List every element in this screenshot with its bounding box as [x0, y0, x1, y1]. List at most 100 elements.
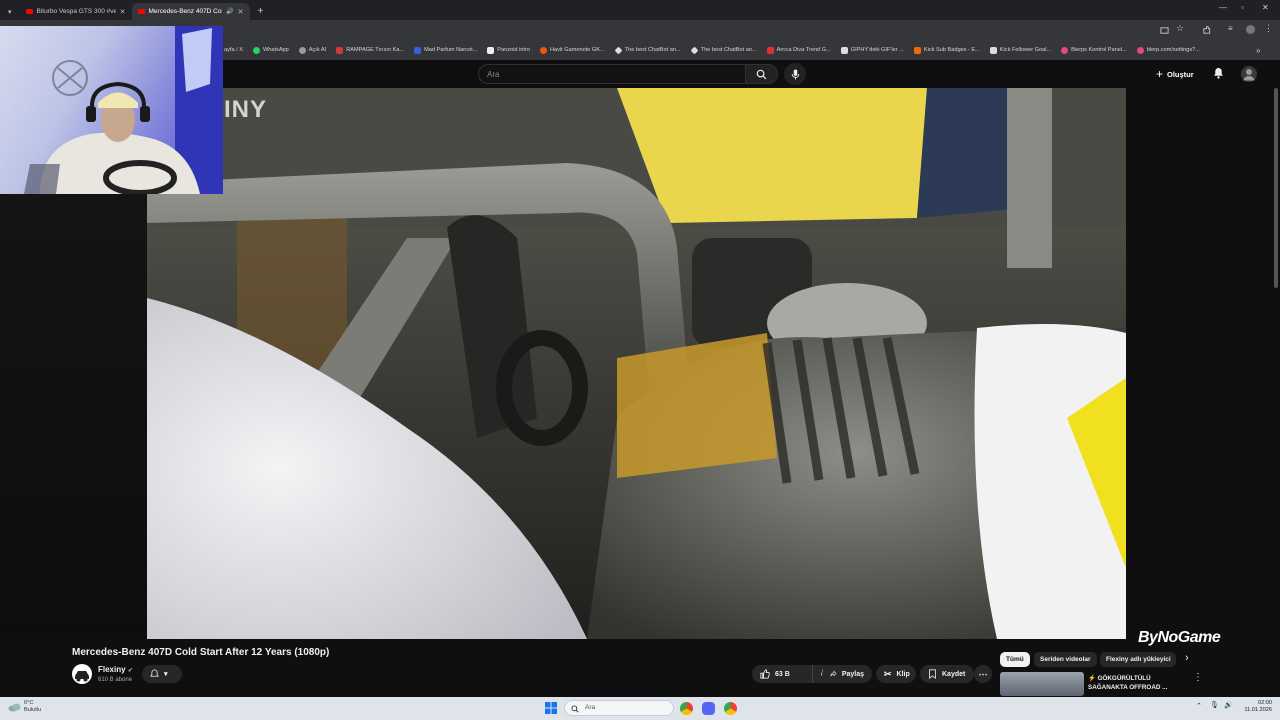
audio-playing-icon[interactable]: 🔊 — [226, 8, 233, 15]
site-favicon-icon — [690, 46, 699, 54]
site-favicon-icon — [539, 46, 547, 54]
clock-time: 02:00 — [1258, 700, 1272, 706]
taskbar-search-icon — [571, 705, 579, 713]
channel-avatar[interactable] — [72, 664, 92, 684]
site-favicon-icon — [1136, 46, 1144, 54]
browser-tab-mercedes[interactable]: Mercedes-Benz 407D Cold 🔊 ✕ — [131, 3, 250, 20]
chip-uploader-videos[interactable]: Flexiny adlı yükleyici — [1100, 652, 1176, 667]
tray-overflow-icon[interactable]: ⌃ — [1196, 702, 1202, 710]
clock-date: 11.01.2026 — [1244, 707, 1272, 713]
bookmark-item[interactable]: blerp.com/settings?... — [1136, 46, 1200, 54]
bookmark-item[interactable]: GIPHY'deki GIF'ler ... — [840, 46, 904, 54]
bookmark-label: Açık AI — [308, 47, 327, 53]
bookmark-item[interactable]: WhatsApp — [252, 46, 289, 54]
channel-name[interactable]: Flexiny ✔ — [98, 665, 133, 674]
bookmark-label: GIPHY'deki GIF'ler ... — [850, 47, 904, 53]
bookmark-item[interactable]: The best ChatBot an... — [614, 46, 681, 54]
search-button[interactable] — [745, 64, 778, 84]
bookmark-item[interactable]: Bierps Kontrol Panel... — [1061, 46, 1127, 54]
browser-tab-vespa[interactable]: Biturbo Vespa GTS 300 #vespage ✕ — [20, 3, 132, 20]
bookmark-item[interactable]: ayfa / X — [224, 47, 243, 53]
more-bookmarks-icon[interactable]: » — [1256, 46, 1260, 55]
site-favicon-icon — [766, 46, 774, 54]
profile-icon[interactable] — [1246, 25, 1255, 34]
browser-tab-strip: ▾ Biturbo Vespa GTS 300 #vespage ✕ Merce… — [0, 0, 1280, 20]
account-avatar[interactable] — [1241, 66, 1257, 82]
share-button[interactable]: Paylaş — [822, 665, 872, 683]
bookmark-label: RAMPAGE Tırısın Ka... — [346, 47, 405, 53]
tray-volume-icon[interactable]: 🔊 — [1224, 701, 1233, 709]
bookmark-item[interactable]: The best ChatBot an... — [690, 46, 757, 54]
page-scrollbar[interactable] — [1274, 88, 1278, 288]
voice-search-button[interactable] — [784, 63, 806, 85]
browser-menu-icon[interactable]: ⋮ — [1264, 23, 1273, 34]
right-ambient-panel — [1126, 88, 1280, 639]
plus-icon: + — [1156, 67, 1164, 81]
bookmark-item[interactable]: Kick Follower Goal... — [989, 46, 1051, 54]
video-player[interactable] — [147, 88, 1126, 639]
search-placeholder: Ara — [487, 70, 500, 79]
bookmark-label: Mad Parfum Narcot... — [424, 47, 478, 53]
chip-series-videos[interactable]: Seriden videolar — [1034, 652, 1097, 667]
site-favicon-icon — [840, 46, 848, 54]
bookmark-label: Havit Gamenote GK... — [549, 47, 605, 53]
install-app-icon[interactable] — [1160, 26, 1169, 35]
minimize-icon[interactable]: — — [1219, 3, 1227, 12]
create-label: Oluştur — [1167, 69, 1194, 79]
whatsapp-icon — [252, 46, 260, 54]
chrome-profile-app-icon[interactable] — [724, 702, 737, 715]
tab-close-icon[interactable]: ✕ — [238, 8, 244, 16]
clip-button[interactable]: ✂ Klip — [876, 665, 916, 683]
save-button[interactable]: Kaydet — [920, 665, 974, 683]
taskbar-clock[interactable]: 02:00 11.01.2026 — [1236, 700, 1272, 714]
restore-icon[interactable]: ▫ — [1241, 3, 1244, 12]
scissors-icon: ✂ — [884, 668, 892, 679]
channel-name-text: Flexiny — [98, 665, 126, 674]
weather-widget[interactable]: 6°C Bulutlu — [24, 700, 41, 714]
close-window-icon[interactable]: ✕ — [1262, 3, 1269, 12]
chip-next-chevron-icon[interactable]: › — [1185, 652, 1189, 664]
bookmark-item[interactable]: RAMPAGE Tırısın Ka... — [336, 46, 405, 54]
site-favicon-icon — [989, 46, 997, 54]
site-favicon-icon — [1061, 46, 1069, 54]
recommended-video-thumbnail[interactable] — [1000, 672, 1084, 696]
tab-list-icon[interactable]: ▾ — [8, 8, 12, 16]
bookmark-star-icon[interactable]: ☆ — [1176, 23, 1184, 34]
bookmark-item[interactable]: Havit Gamenote GK... — [539, 46, 605, 54]
more-actions-button[interactable]: ⋯ — [974, 665, 992, 683]
tab-close-icon[interactable]: ✕ — [120, 8, 126, 16]
bookmark-item[interactable]: Açık AI — [298, 46, 327, 54]
bookmark-item[interactable]: Kick Sub Badges - E... — [913, 46, 980, 54]
channel-logo-icon — [75, 671, 89, 682]
clip-label: Klip — [896, 670, 910, 678]
bookmark-label: The best ChatBot an... — [700, 47, 757, 53]
bookmark-item[interactable]: Panzoid intro — [487, 46, 530, 54]
thumbs-up-icon — [760, 669, 770, 679]
bookmark-item[interactable]: Mad Parfum Narcot... — [414, 46, 478, 54]
media-controls-icon[interactable]: ≡ — [1228, 24, 1233, 33]
video-title: Mercedes-Benz 407D Cold Start After 12 Y… — [72, 647, 330, 658]
search-input[interactable]: Ara — [478, 64, 746, 84]
like-button[interactable]: 63 B — [752, 665, 812, 683]
site-favicon-icon — [614, 46, 623, 54]
rec-more-options-icon[interactable]: ⋮ — [1193, 672, 1203, 683]
bookmark-label: Bierps Kontrol Panel... — [1071, 47, 1127, 53]
chrome-app-icon[interactable] — [680, 702, 693, 715]
notifications-bell-icon[interactable] — [1213, 67, 1224, 79]
more-horizontal-icon: ⋯ — [978, 668, 988, 679]
streamer-webcam-image — [24, 26, 223, 194]
discord-app-icon[interactable] — [702, 702, 715, 715]
new-tab-icon[interactable]: + — [258, 6, 264, 17]
windows-start-icon[interactable] — [545, 702, 557, 714]
recommended-video-title[interactable]: ⚡ GÖKGÜRÜLTÜLÜ SAĞANAKTA OFFROAD ... — [1088, 674, 1180, 692]
extensions-icon[interactable] — [1202, 26, 1211, 35]
subscription-notifications-button[interactable]: ▾ — [142, 665, 182, 683]
bookmark-item[interactable]: Arrıca Diva Trend G... — [766, 46, 831, 54]
chip-all[interactable]: Tümü — [1000, 652, 1030, 667]
create-button[interactable]: + Oluştur — [1156, 66, 1194, 82]
taskbar-search-input[interactable]: Ara — [564, 700, 674, 716]
left-ambient-panel — [0, 194, 147, 639]
site-favicon-icon — [336, 46, 344, 54]
tray-mic-icon[interactable]: 🎙 — [1210, 701, 1219, 709]
bookmark-label: Panzoid intro — [497, 47, 530, 53]
